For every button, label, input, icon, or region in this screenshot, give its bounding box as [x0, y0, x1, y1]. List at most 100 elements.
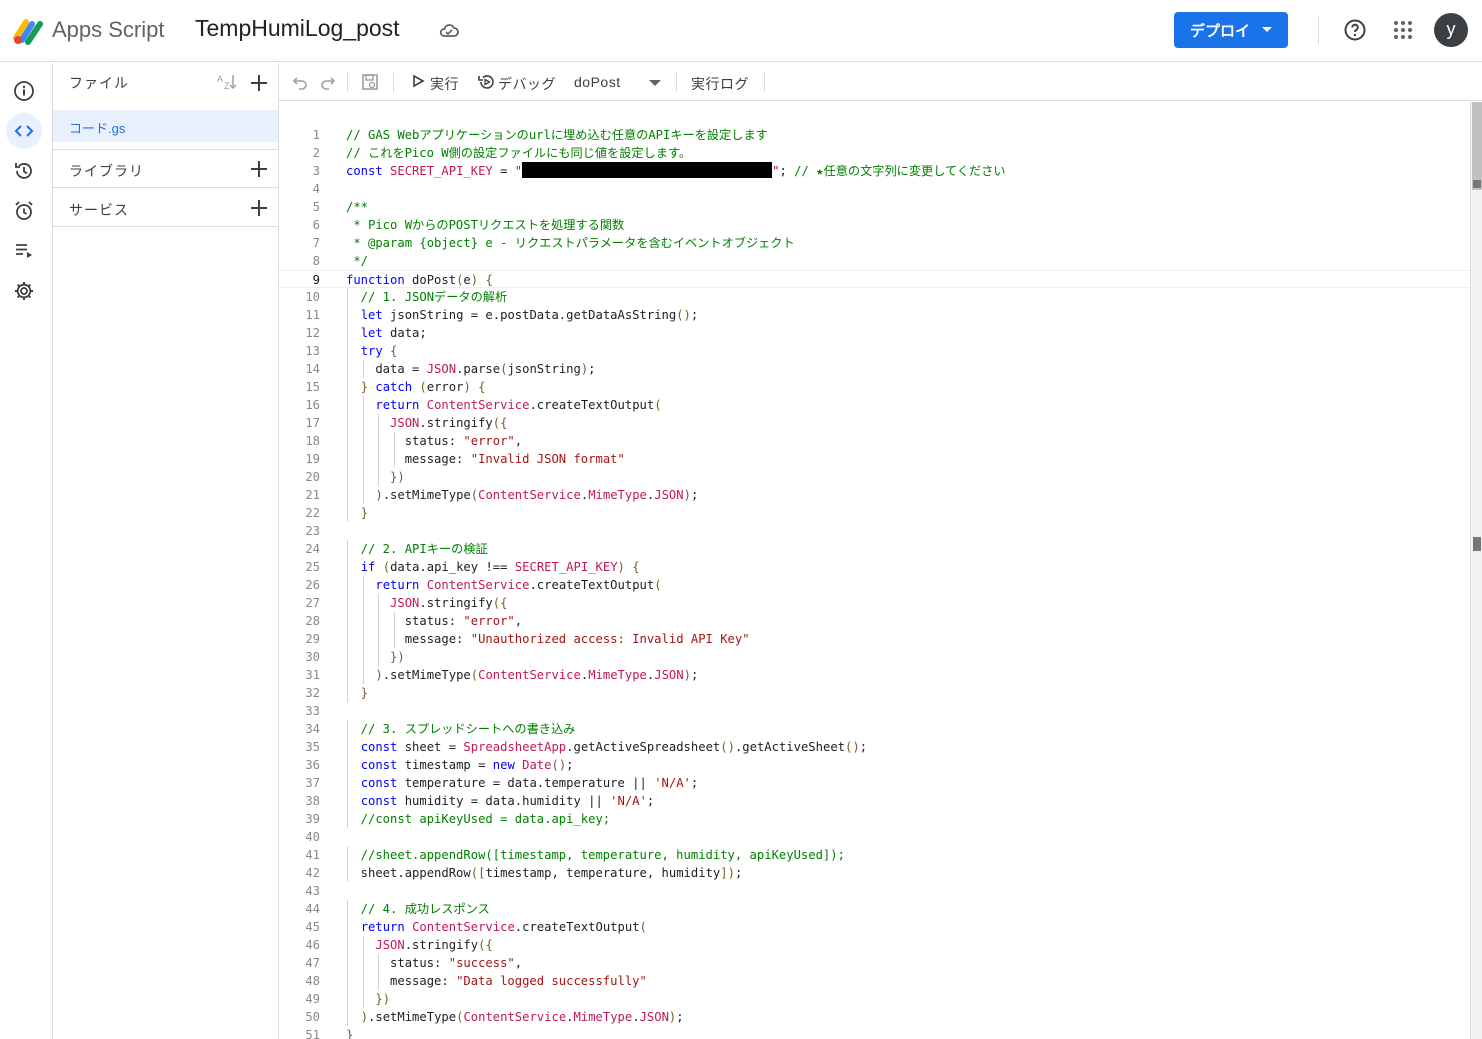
- code-line[interactable]: 28 status: "error",: [279, 612, 1470, 630]
- google-apps-icon[interactable]: [1393, 20, 1413, 40]
- run-play-icon[interactable]: [411, 74, 425, 88]
- code-line[interactable]: 50 ).setMimeType(ContentService.MimeType…: [279, 1008, 1470, 1026]
- left-rail: [0, 63, 53, 1039]
- line-number: 2: [312, 146, 320, 160]
- code-line[interactable]: 13 try {: [279, 342, 1470, 360]
- code-line[interactable]: 7 * @param {object} e - リクエストパラメータを含むイベン…: [279, 234, 1470, 252]
- indent-guide: [393, 612, 395, 630]
- overview-icon[interactable]: [6, 73, 42, 109]
- run-button[interactable]: 実行: [430, 74, 459, 94]
- scrollbar-thumb[interactable]: [1472, 102, 1482, 190]
- editor-code-icon[interactable]: [6, 113, 42, 149]
- code-line[interactable]: 34 // 3. スプレッドシートへの書き込み: [279, 720, 1470, 738]
- indent-guide: [347, 612, 348, 630]
- code-text: status: "error",: [346, 434, 523, 448]
- undo-icon[interactable]: [291, 73, 309, 91]
- indent-guide: [347, 774, 348, 792]
- sort-az-icon[interactable]: AZ: [216, 72, 238, 92]
- code-line[interactable]: 23: [279, 522, 1470, 540]
- code-line[interactable]: 32 }: [279, 684, 1470, 702]
- code-line[interactable]: 31 ).setMimeType(ContentService.MimeType…: [279, 666, 1470, 684]
- code-line[interactable]: 22 }: [279, 504, 1470, 522]
- code-line[interactable]: 41 //sheet.appendRow([timestamp, tempera…: [279, 846, 1470, 864]
- deploy-button[interactable]: デプロイ: [1174, 12, 1288, 48]
- code-line[interactable]: 38 const humidity = data.humidity || 'N/…: [279, 792, 1470, 810]
- redo-icon[interactable]: [319, 73, 337, 91]
- apps-script-logo[interactable]: [12, 16, 46, 46]
- code-line[interactable]: 16 return ContentService.createTextOutpu…: [279, 396, 1470, 414]
- divider: [1318, 16, 1319, 44]
- code-line[interactable]: 48 message: "Data logged successfully": [279, 972, 1470, 990]
- code-line[interactable]: 11 let jsonString = e.postData.getDataAs…: [279, 306, 1470, 324]
- add-library-icon[interactable]: [249, 159, 269, 179]
- indent-guide: [347, 504, 348, 522]
- code-line[interactable]: 10 // 1. JSONデータの解析: [279, 288, 1470, 306]
- debug-icon[interactable]: [477, 73, 495, 91]
- code-line[interactable]: 20 }): [279, 468, 1470, 486]
- app-name[interactable]: Apps Script: [52, 17, 165, 43]
- code-line[interactable]: 45 return ContentService.createTextOutpu…: [279, 918, 1470, 936]
- chevron-down-icon[interactable]: [649, 80, 661, 86]
- file-item-code-gs[interactable]: コード.gs: [53, 110, 278, 142]
- code-line[interactable]: 27 JSON.stringify({: [279, 594, 1470, 612]
- project-title[interactable]: TempHumiLog_post: [195, 15, 400, 42]
- code-line[interactable]: 6 * Pico WからのPOSTリクエストを処理する関数: [279, 216, 1470, 234]
- code-line[interactable]: 51}: [279, 1026, 1470, 1039]
- code-line[interactable]: 4: [279, 180, 1470, 198]
- code-line[interactable]: 44 // 4. 成功レスポンス: [279, 900, 1470, 918]
- debug-button[interactable]: デバッグ: [498, 74, 556, 94]
- avatar[interactable]: y: [1434, 13, 1468, 47]
- editor-scrollbar[interactable]: [1470, 102, 1482, 1039]
- code-line[interactable]: 47 status: "success",: [279, 954, 1470, 972]
- code-text: JSON.stringify({: [390, 596, 508, 610]
- code-line[interactable]: 19 message: "Invalid JSON format": [279, 450, 1470, 468]
- code-line[interactable]: 12 let data;: [279, 324, 1470, 342]
- code-line[interactable]: 36 const timestamp = new Date();: [279, 756, 1470, 774]
- code-text: return ContentService.createTextOutput(: [375, 578, 662, 592]
- function-select[interactable]: doPost: [574, 74, 621, 90]
- indent-guide: [347, 648, 348, 666]
- code-line[interactable]: 5 /**: [279, 198, 1470, 216]
- alarm-clock-icon[interactable]: [6, 193, 42, 229]
- code-line[interactable]: 39 //const apiKeyUsed = data.api_key;: [279, 810, 1470, 828]
- help-icon[interactable]: [1343, 18, 1367, 42]
- save-icon[interactable]: [361, 73, 379, 91]
- code-line[interactable]: 9 function doPost(e) {: [279, 270, 1470, 288]
- code-line[interactable]: 8 */: [279, 252, 1470, 270]
- code-line[interactable]: 42 sheet.appendRow([timestamp, temperatu…: [279, 864, 1470, 882]
- execution-log-button[interactable]: 実行ログ: [691, 74, 749, 94]
- add-service-icon[interactable]: [249, 198, 269, 218]
- code-line[interactable]: 29 message: "Unauthorized access: Invali…: [279, 630, 1470, 648]
- indent-guide: [378, 612, 380, 630]
- code-line[interactable]: 49 }): [279, 990, 1470, 1008]
- code-line[interactable]: 24 // 2. APIキーの検証: [279, 540, 1470, 558]
- code-line[interactable]: 21 ).setMimeType(ContentService.MimeType…: [279, 486, 1470, 504]
- code-line[interactable]: 40: [279, 828, 1470, 846]
- services-label: サービス: [69, 202, 129, 218]
- add-file-icon[interactable]: [249, 73, 269, 93]
- code-line[interactable]: 1 // GAS Webアプリケーションのurlに埋め込む任意のAPIキーを設定し…: [279, 126, 1470, 144]
- code-editor[interactable]: 1 // GAS Webアプリケーションのurlに埋め込む任意のAPIキーを設定し…: [279, 102, 1470, 1039]
- code-line[interactable]: 15 } catch (error) {: [279, 378, 1470, 396]
- code-line[interactable]: 25 if (data.api_key !== SECRET_API_KEY) …: [279, 558, 1470, 576]
- settings-gear-icon[interactable]: [6, 273, 42, 309]
- code-line[interactable]: 18 status: "error",: [279, 432, 1470, 450]
- services-section: サービス: [53, 189, 278, 227]
- code-line[interactable]: 43: [279, 882, 1470, 900]
- code-line[interactable]: 33: [279, 702, 1470, 720]
- indent-guide: [347, 990, 348, 1008]
- indent-guide: [362, 630, 364, 648]
- code-line[interactable]: 35 const sheet = SpreadsheetApp.getActiv…: [279, 738, 1470, 756]
- code-text: }): [390, 470, 405, 484]
- code-line[interactable]: 46 JSON.stringify({: [279, 936, 1470, 954]
- indent-guide: [362, 954, 364, 972]
- code-line[interactable]: 26 return ContentService.createTextOutpu…: [279, 576, 1470, 594]
- code-line[interactable]: 14 data = JSON.parse(jsonString);: [279, 360, 1470, 378]
- code-line[interactable]: 30 }): [279, 648, 1470, 666]
- executions-list-icon[interactable]: [6, 233, 42, 269]
- code-line[interactable]: 37 const temperature = data.temperature …: [279, 774, 1470, 792]
- code-line[interactable]: 2 // これをPico W側の設定ファイルにも同じ値を設定します。: [279, 144, 1470, 162]
- history-icon[interactable]: [6, 153, 42, 189]
- code-line[interactable]: 3 const SECRET_API_KEY = " "; // ★任意の文字列に変…: [279, 162, 1470, 180]
- code-line[interactable]: 17 JSON.stringify({: [279, 414, 1470, 432]
